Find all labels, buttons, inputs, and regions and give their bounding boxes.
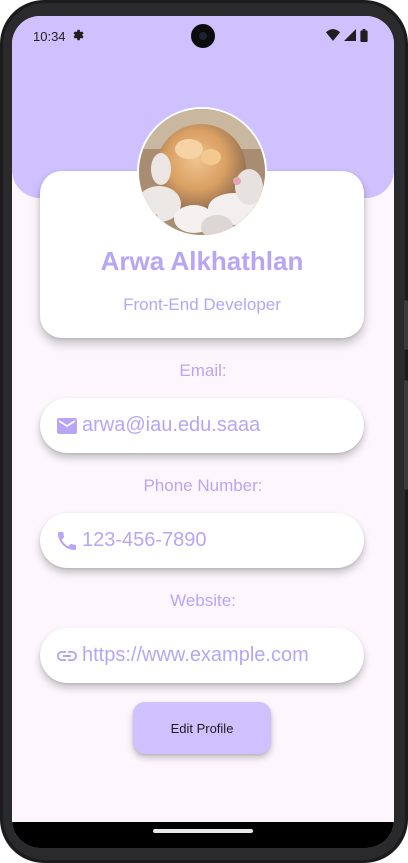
app-screen: 10:34 Arwa Alkhathlan Front-End Develope…: [12, 16, 394, 848]
phone-label: Phone Number:: [143, 476, 263, 495]
email-field[interactable]: arwa@iau.edu.saaa: [40, 398, 364, 453]
front-camera: [191, 24, 215, 48]
email-label: Email:: [179, 361, 227, 380]
email-value: arwa@iau.edu.saaa: [82, 414, 261, 436]
phone-field[interactable]: 123-456-7890: [40, 513, 364, 568]
wifi-icon: [326, 29, 340, 41]
avatar: [137, 107, 267, 237]
edit-profile-button[interactable]: Edit Profile: [133, 702, 271, 754]
settings-gear-icon: [73, 29, 84, 41]
website-value: https://www.example.com: [82, 644, 309, 666]
volume-button: [404, 380, 408, 490]
signal-icon: [344, 29, 356, 41]
battery-icon: [360, 28, 368, 42]
profile-role: Front-End Developer: [123, 295, 281, 314]
email-icon: [57, 417, 77, 434]
navigation-bar: [12, 822, 394, 848]
power-button: [404, 300, 408, 350]
status-icons: [326, 28, 368, 42]
website-field[interactable]: https://www.example.com: [40, 628, 364, 683]
status-bar: 10:34: [12, 16, 394, 54]
home-gesture-handle[interactable]: [153, 829, 253, 833]
phone-frame: 10:34 Arwa Alkhathlan Front-End Develope…: [0, 0, 408, 863]
phone-value: 123-456-7890: [82, 529, 207, 551]
website-label: Website:: [170, 591, 236, 610]
avatar-photo: [139, 109, 265, 235]
phone-icon: [58, 531, 76, 550]
profile-name: Arwa Alkhathlan: [100, 246, 304, 276]
link-icon: [57, 650, 77, 661]
status-time: 10:34: [33, 29, 66, 44]
